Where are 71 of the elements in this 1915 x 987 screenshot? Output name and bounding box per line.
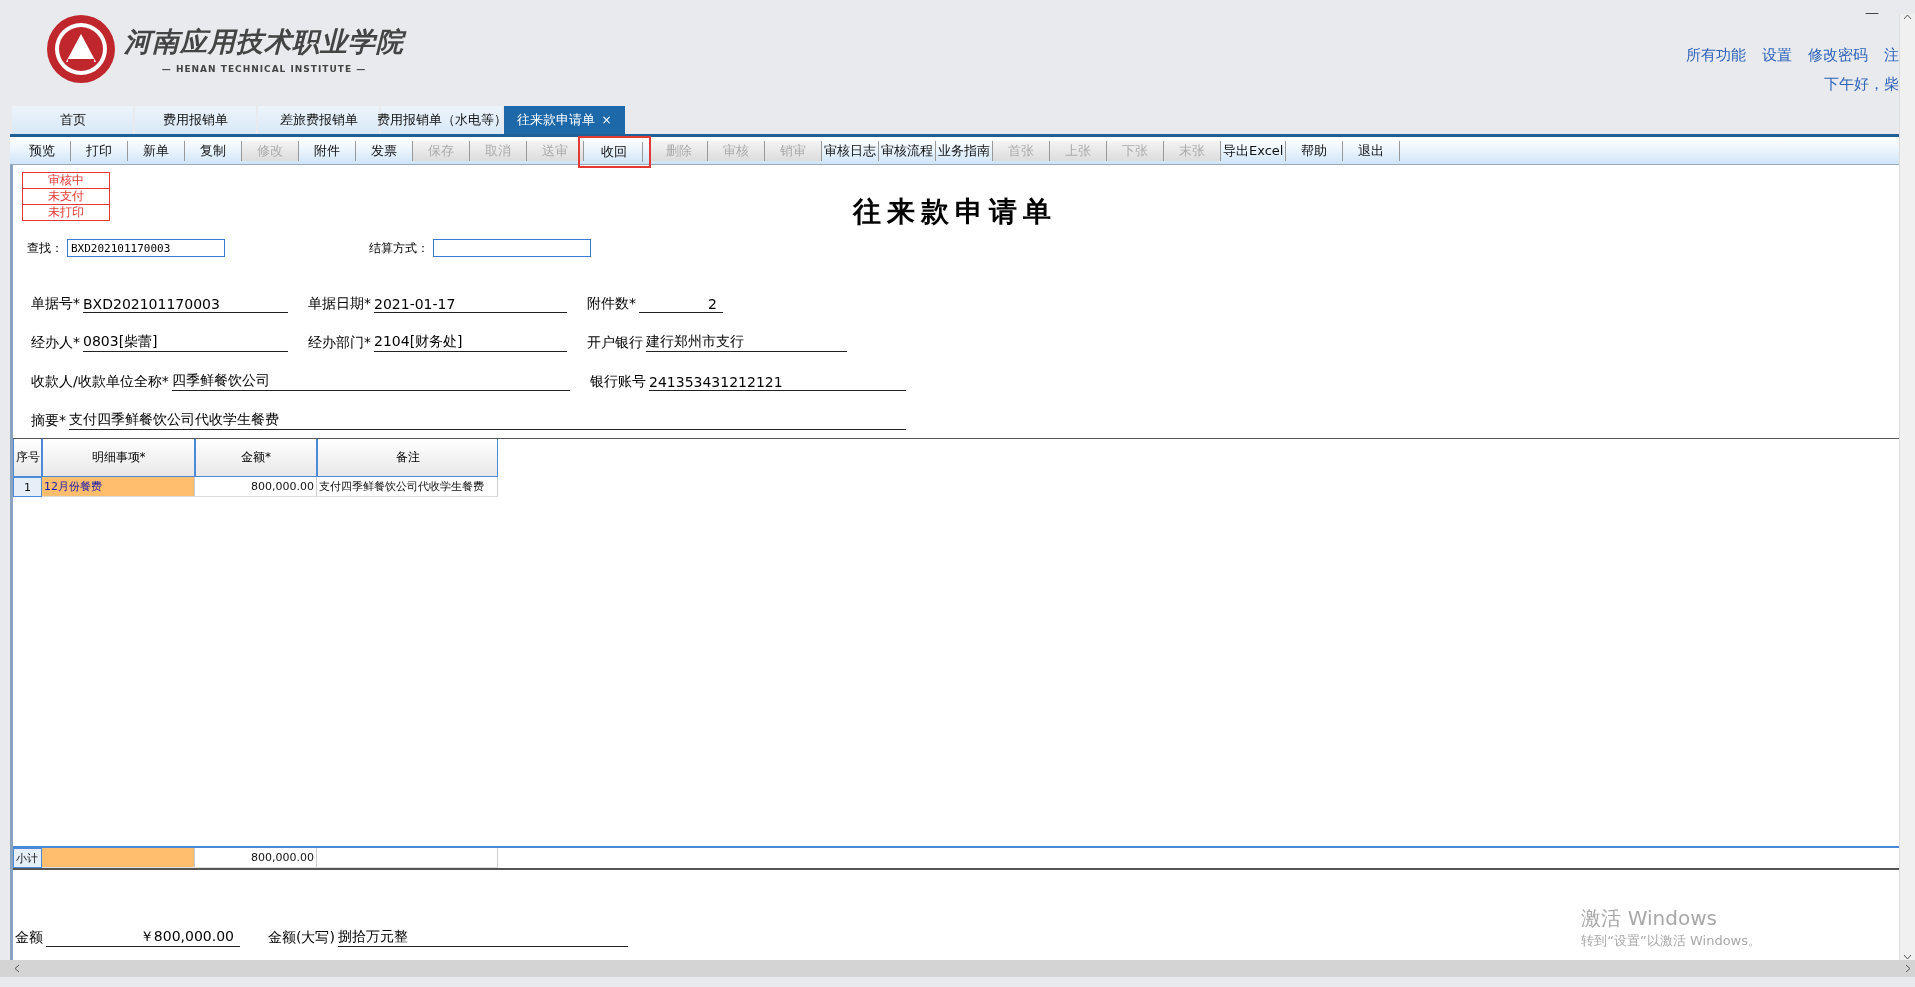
school-emblem-icon [46,14,116,84]
scroll-left-icon[interactable] [14,964,20,973]
field-label: 开户银行 [587,334,643,352]
toolbar-button[interactable]: 预览 [14,140,71,161]
header-link[interactable]: 注 [1884,46,1899,65]
fill-in-line[interactable]: 捌拾万元整 [337,928,628,947]
toolbar-button[interactable]: 新单 [128,140,185,161]
table-cell: 1 [13,477,42,497]
scroll-down-icon[interactable] [1903,954,1912,960]
field-label: 银行账号 [590,373,646,391]
field-label: 收款人/收款单位全称* [31,373,169,391]
input-field[interactable]: BXD202101170003 [67,239,225,257]
tab[interactable]: 首页 [12,106,133,134]
field-label: 金额 [15,929,43,947]
status-stamp: 审核中 [22,172,110,189]
field-label: 结算方式： [369,239,429,257]
field-label: 经办人* [31,334,80,352]
fill-in-line[interactable]: 2021-01-17 [374,296,567,313]
table-cell: 12月份餐费 [42,477,195,497]
greeting-text: 下午好，柴 [1824,75,1899,94]
field-label: 经办部门* [308,334,371,352]
fill-in-line[interactable]: 2 [639,296,723,313]
toolbar-button[interactable]: 附件 [299,140,356,161]
tab[interactable]: 费用报销单 [135,106,256,134]
field-label: 查找： [27,239,63,257]
activation-text: 转到“设置”以激活 Windows。 [1581,932,1761,950]
table-cell: 支付四季鲜餐饮公司代收学生餐费 [317,477,498,497]
field-label: 附件数* [587,295,636,313]
toolbar-button[interactable]: 收回 [586,141,643,162]
field-label: 单据号* [31,295,80,313]
input-field[interactable] [433,239,591,257]
toolbar-button[interactable]: 帮助 [1286,140,1344,161]
table-cell: 800,000.00 [195,477,317,497]
form-title: 往来款申请单 [851,194,1058,230]
status-stamp: 未支付 [22,188,110,205]
fill-in-line[interactable]: 241353431212121 [649,374,906,391]
toolbar-button[interactable]: 打印 [71,140,128,161]
header-link[interactable]: 所有功能 [1686,46,1746,65]
column-header: 金额* [195,439,317,477]
field-label: 单据日期* [308,295,371,313]
field-label: 摘要* [31,412,66,430]
toolbar-button[interactable]: 审核日志 [822,140,879,161]
field-label: 金额(大写) [268,929,335,947]
column-header: 备注 [317,439,498,477]
vertical-scrollbar[interactable] [1899,14,1915,960]
toolbar-button[interactable]: 退出 [1343,140,1401,161]
scroll-right-icon[interactable] [1905,964,1911,973]
close-icon[interactable]: × [601,113,612,127]
horizontal-scrollbar[interactable] [0,960,1915,977]
toolbar-button[interactable]: 审核流程 [879,140,936,161]
tab[interactable]: 差旅费报销单 [258,106,379,134]
header-link[interactable]: 设置 [1762,46,1792,65]
tab[interactable]: 往来款申请单 × [504,106,625,134]
table-cell: 小计 [13,848,42,868]
column-header: 明细事项* [42,439,195,477]
fill-in-line[interactable]: 支付四季鲜餐饮公司代收学生餐费 [69,411,906,430]
fill-in-line[interactable]: 建行郑州市支行 [646,333,847,352]
table-cell: 800,000.00 [195,848,317,868]
fill-in-line[interactable]: ￥800,000.00 [46,928,240,947]
school-name-english: — HENAN TECHNICAL INSTITUTE — [161,64,367,74]
fill-in-line[interactable]: 0803[柴蕾] [83,333,288,352]
fill-in-line[interactable]: 2104[财务处] [374,333,567,352]
column-header: 序号 [13,439,42,477]
fill-in-line[interactable]: 四季鲜餐饮公司 [171,372,570,391]
header-link[interactable]: 修改密码 [1808,46,1868,65]
minimize-button[interactable]: — [1865,4,1879,20]
activation-title: 激活 Windows [1581,905,1718,932]
scroll-up-icon[interactable] [1903,14,1912,20]
toolbar-button[interactable]: 导出Excel [1221,140,1287,161]
fill-in-line[interactable]: BXD202101170003 [83,296,288,313]
status-stamp: 未打印 [22,204,110,221]
